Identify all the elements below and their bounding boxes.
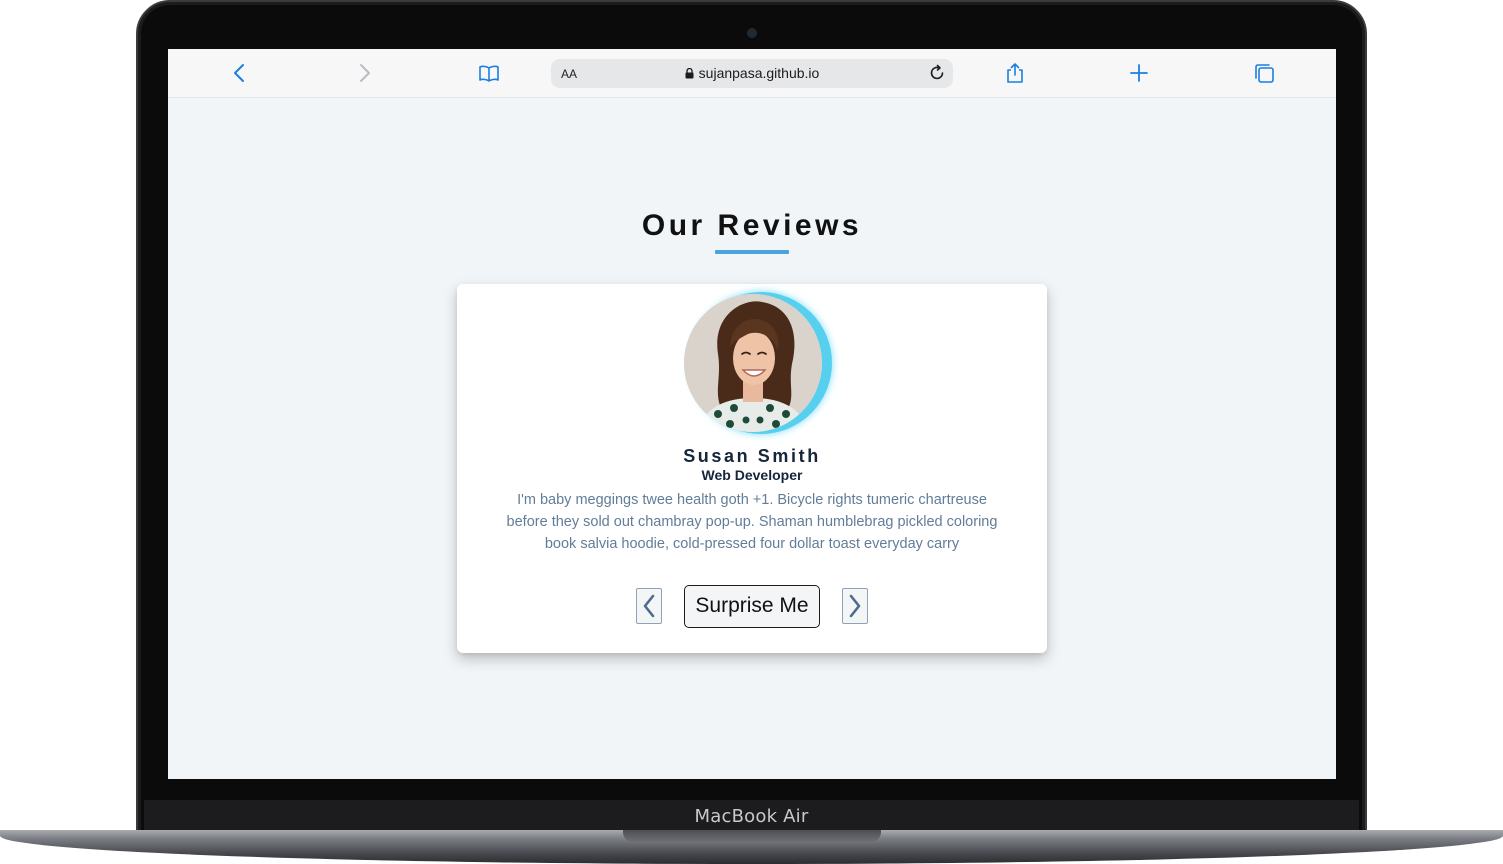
share-icon[interactable] xyxy=(1003,61,1027,85)
browser-screen: AA sujanpasa.github.io Our Reviews Susan… xyxy=(168,49,1336,779)
laptop-notch xyxy=(623,830,881,842)
reviewer-job: Web Developer xyxy=(701,467,803,483)
title-underline xyxy=(715,250,789,254)
forward-icon[interactable] xyxy=(352,61,376,85)
address-bar[interactable]: AA sujanpasa.github.io xyxy=(551,59,953,88)
prev-review-button[interactable] xyxy=(636,588,662,624)
brand-label: MacBook Air xyxy=(694,805,809,827)
tabs-icon[interactable] xyxy=(1252,61,1276,85)
review-text: I'm baby meggings twee health goth +1. B… xyxy=(506,492,998,552)
lock-icon xyxy=(685,68,694,79)
camera-icon xyxy=(748,29,756,37)
new-tab-icon[interactable] xyxy=(1127,61,1151,85)
bookmarks-icon[interactable] xyxy=(477,61,501,85)
url-text: sujanpasa.github.io xyxy=(698,65,820,81)
avatar xyxy=(684,294,822,432)
back-icon[interactable] xyxy=(228,61,252,85)
page-title: Our Reviews xyxy=(641,209,863,242)
surprise-me-button[interactable]: Surprise Me xyxy=(684,585,820,628)
chevron-right-icon xyxy=(849,594,861,618)
chevron-left-icon xyxy=(643,594,655,618)
review-card: Susan Smith Web Developer I'm baby meggi… xyxy=(457,284,1047,653)
laptop-chin: MacBook Air xyxy=(144,800,1359,832)
next-review-button[interactable] xyxy=(842,588,868,624)
laptop-frame: AA sujanpasa.github.io Our Reviews Susan… xyxy=(0,0,1503,864)
reviewer-name: Susan Smith xyxy=(683,446,821,466)
browser-toolbar: AA sujanpasa.github.io xyxy=(168,49,1336,98)
reload-icon[interactable] xyxy=(927,63,947,83)
